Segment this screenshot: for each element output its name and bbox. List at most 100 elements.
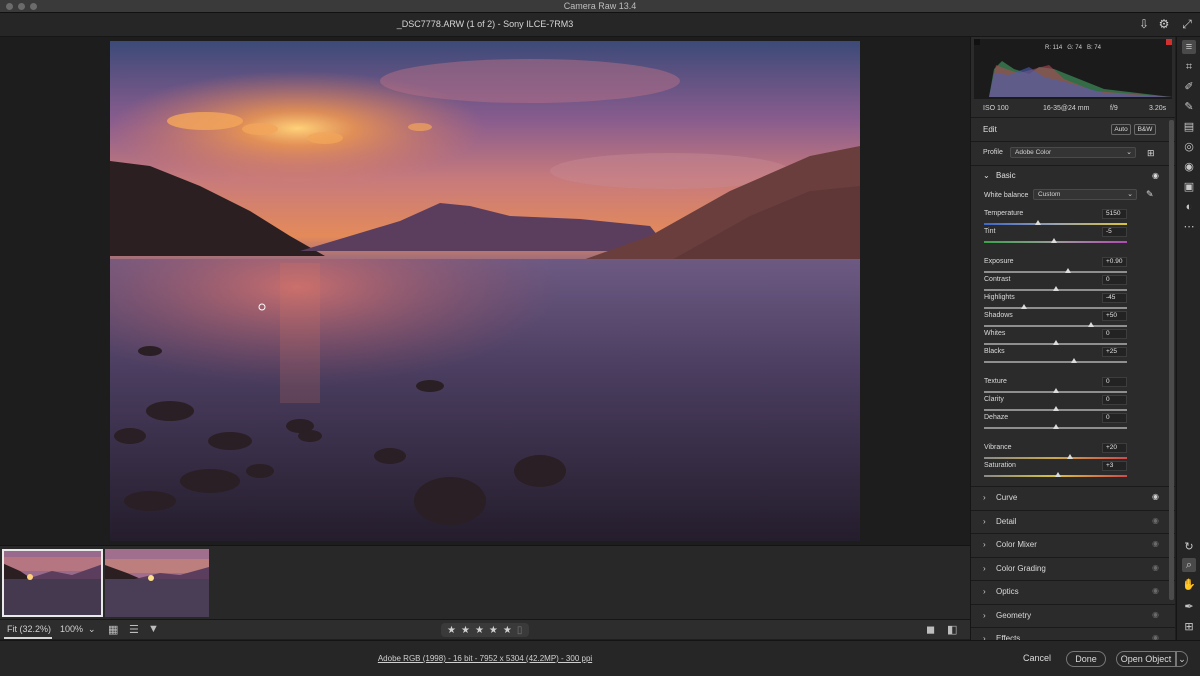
slider-handle[interactable] [1052, 340, 1059, 345]
rotate-icon[interactable]: ↻ [1182, 540, 1196, 554]
slider-track[interactable] [984, 271, 1127, 273]
done-button[interactable]: Done [1066, 651, 1106, 667]
profile-dropdown[interactable]: Adobe Color ⌄ [1010, 147, 1136, 158]
hand-icon[interactable]: ✋ [1182, 578, 1196, 592]
filmstrip-thumbnail-2[interactable] [105, 549, 209, 617]
slider-handle[interactable] [1055, 472, 1062, 477]
cancel-button[interactable]: Cancel [1018, 651, 1056, 667]
section-curve[interactable]: › Curve ◉ [971, 486, 1175, 509]
filter-icon[interactable]: ▼ [148, 623, 159, 635]
zoom-icon[interactable]: ⌕ [1182, 558, 1196, 572]
fit-zoom-button[interactable]: Fit (32.2%) [7, 624, 51, 634]
slider-handle[interactable] [1088, 322, 1095, 327]
panel-scrollbar[interactable] [1169, 120, 1174, 600]
section-effects[interactable]: › Effects ◉ [971, 627, 1175, 640]
more-icon[interactable]: ⋯ [1182, 220, 1196, 234]
slider-handle[interactable] [1051, 238, 1058, 243]
gear-icon[interactable]: ⚙ [1157, 17, 1171, 31]
save-icon[interactable]: ⇩ [1137, 17, 1151, 31]
eye-icon[interactable]: ◉ [1152, 633, 1159, 640]
star-icon[interactable]: ★ [475, 625, 484, 636]
star-icon[interactable]: ★ [447, 625, 456, 636]
slider-handle[interactable] [1052, 388, 1059, 393]
slider-value-field[interactable]: +50 [1102, 311, 1127, 321]
slider-value-field[interactable]: +25 [1102, 347, 1127, 357]
eyedropper-icon[interactable]: ✎ [1146, 189, 1154, 200]
slider-value-field[interactable]: -45 [1102, 293, 1127, 303]
slider-track[interactable] [984, 457, 1127, 459]
slider-value-field[interactable]: 0 [1102, 329, 1127, 339]
auto-button[interactable]: Auto [1111, 124, 1131, 135]
star-icon[interactable]: ★ [489, 625, 498, 636]
star-icon[interactable]: ★ [461, 625, 470, 636]
crop-icon[interactable]: ⌗ [1182, 60, 1196, 74]
bw-button[interactable]: B&W [1134, 124, 1156, 135]
graduated-filter-icon[interactable]: ▤ [1182, 120, 1196, 134]
single-view-icon[interactable]: ◼ [926, 623, 935, 636]
slider-handle[interactable] [1071, 358, 1078, 363]
section-geometry[interactable]: › Geometry ◉ [971, 603, 1175, 627]
eye-icon[interactable]: ◉ [1152, 516, 1159, 525]
profile-browser-icon[interactable]: ⊞ [1147, 148, 1155, 159]
snapshots-icon[interactable]: ▣ [1182, 180, 1196, 194]
before-after-icon[interactable]: ◧ [947, 623, 957, 636]
healing-icon[interactable]: ✐ [1182, 80, 1196, 94]
edit-sliders-icon[interactable]: ≡ [1182, 40, 1196, 54]
histogram[interactable]: R: 114 G: 74 B: 74 [974, 39, 1172, 99]
slider-value-field[interactable]: 0 [1102, 395, 1127, 405]
section-color-mixer[interactable]: › Color Mixer ◉ [971, 533, 1175, 556]
slider-value-field[interactable]: +0.90 [1102, 257, 1127, 267]
color-sampler-icon[interactable]: ✒ [1182, 600, 1196, 614]
slider-handle[interactable] [1052, 424, 1059, 429]
slider-handle[interactable] [1065, 268, 1072, 273]
filmstrip-toggle-icon[interactable]: ▦ [108, 623, 118, 636]
zoom-100-button[interactable]: 100% [60, 624, 83, 634]
trash-icon[interactable]: ▯ [517, 625, 523, 636]
slider-handle[interactable] [1066, 454, 1073, 459]
chevron-down-icon[interactable]: ⌄ [88, 624, 96, 635]
sort-icon[interactable]: ☰ [129, 623, 139, 636]
slider-track[interactable] [984, 307, 1127, 309]
star-rating[interactable]: ★ ★ ★ ★ ★ ▯ [441, 623, 529, 637]
section-color-grading[interactable]: › Color Grading ◉ [971, 556, 1175, 580]
eye-icon[interactable]: ◉ [1152, 171, 1159, 180]
open-object-button[interactable]: Open Object [1116, 651, 1176, 667]
slider-value-field[interactable]: 0 [1102, 413, 1127, 423]
basic-section-title[interactable]: Basic [996, 171, 1016, 180]
grid-icon[interactable]: ⊞ [1182, 620, 1196, 634]
star-icon[interactable]: ★ [503, 625, 512, 636]
chevron-down-icon[interactable]: ⌄ [983, 171, 990, 180]
slider-label: Contrast [984, 276, 1011, 283]
slider-track[interactable] [984, 325, 1127, 327]
slider-value-field[interactable]: +20 [1102, 443, 1127, 453]
white-balance-dropdown[interactable]: Custom ⌄ [1033, 189, 1137, 200]
red-eye-icon[interactable]: ◉ [1182, 160, 1196, 174]
slider-track[interactable] [984, 223, 1127, 225]
slider-value-field[interactable]: 0 [1102, 275, 1127, 285]
preview-image[interactable] [110, 41, 860, 541]
section-detail[interactable]: › Detail ◉ [971, 509, 1175, 533]
eye-icon[interactable]: ◉ [1152, 539, 1159, 548]
eye-icon[interactable]: ◉ [1152, 586, 1159, 595]
slider-handle[interactable] [1052, 286, 1059, 291]
filmstrip-thumbnail-1[interactable] [2, 549, 103, 617]
slider-handle[interactable] [1035, 220, 1042, 225]
open-options-chevron-icon[interactable]: ⌄ [1176, 651, 1188, 667]
presets-icon[interactable]: ◐ [1182, 200, 1196, 214]
slider-value-field[interactable]: 0 [1102, 377, 1127, 387]
image-canvas[interactable] [0, 37, 970, 545]
brush-icon[interactable]: ✎ [1182, 100, 1196, 114]
radial-filter-icon[interactable]: ◎ [1182, 140, 1196, 154]
section-optics[interactable]: › Optics ◉ [971, 580, 1175, 603]
fullscreen-icon[interactable]: ⤢ [1180, 17, 1194, 31]
slider-value-field[interactable]: 5150 [1102, 209, 1127, 219]
eye-icon[interactable]: ◉ [1152, 563, 1159, 572]
slider-handle[interactable] [1052, 406, 1059, 411]
slider-track[interactable] [984, 361, 1127, 363]
eye-icon[interactable]: ◉ [1152, 610, 1159, 619]
workflow-options-link[interactable]: Adobe RGB (1998) - 16 bit - 7952 x 5304 … [0, 654, 970, 663]
slider-value-field[interactable]: -5 [1102, 227, 1127, 237]
slider-handle[interactable] [1021, 304, 1028, 309]
slider-value-field[interactable]: +3 [1102, 461, 1127, 471]
eye-icon[interactable]: ◉ [1152, 492, 1159, 501]
